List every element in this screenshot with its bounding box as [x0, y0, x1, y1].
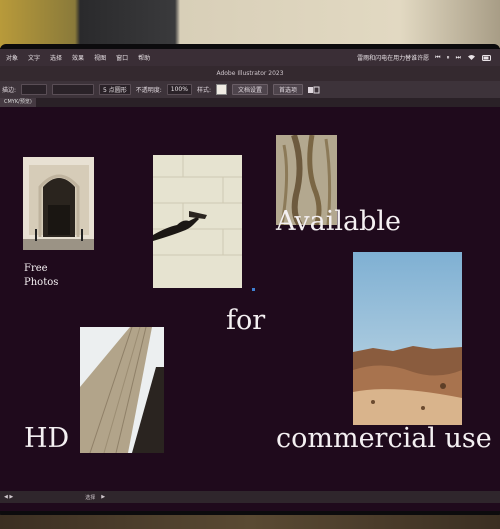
- menubar-status-area: 雷雨和闪电在用力替谁许愿 ⏮ ⏸ ⏭: [357, 53, 500, 62]
- status-arrow-icon[interactable]: ▶: [101, 494, 105, 500]
- free-photos-label[interactable]: Free Photos: [24, 262, 58, 290]
- menu-item-view[interactable]: 视图: [94, 53, 106, 62]
- artboard-navigator-icon[interactable]: ◀ ▶: [4, 494, 13, 500]
- menu-item-select[interactable]: 选择: [50, 53, 62, 62]
- stroke-weight-field[interactable]: [21, 84, 48, 95]
- building-facade-image: [23, 157, 94, 250]
- next-track-icon[interactable]: ⏭: [456, 54, 461, 62]
- style-swatch[interactable]: [215, 84, 227, 95]
- document-tab-bar: CMYK/预览): [0, 98, 500, 107]
- document-setup-button[interactable]: 文档设置: [231, 84, 268, 95]
- background-environment: [0, 0, 500, 48]
- opacity-label: 不透明度:: [135, 87, 162, 94]
- desert-landscape-image: [353, 252, 462, 425]
- photo-hand-on-wall[interactable]: [153, 155, 242, 288]
- current-tool-label: 选择: [85, 494, 96, 501]
- for-text[interactable]: for: [226, 305, 265, 336]
- pause-icon[interactable]: ⏸: [447, 54, 450, 62]
- menu-item-help[interactable]: 帮助: [138, 53, 150, 62]
- hd-text[interactable]: HD: [24, 423, 69, 454]
- photo-desert-landscape[interactable]: [353, 252, 462, 425]
- commercial-use-text[interactable]: commercial use: [276, 423, 492, 454]
- menu-item-window[interactable]: 窗口: [116, 53, 128, 62]
- stroke-label: 描边:: [2, 87, 17, 94]
- menu-item-type[interactable]: 文字: [28, 53, 40, 62]
- preferences-button[interactable]: 首选项: [273, 84, 304, 95]
- artboard-canvas[interactable]: Free Photos Available for HD commercial …: [0, 107, 500, 491]
- menu-item-effect[interactable]: 效果: [72, 53, 84, 62]
- menubar: 对象 文字 选择 效果 视图 窗口 帮助 雷雨和闪电在用力替谁许愿 ⏮ ⏸ ⏭: [0, 49, 500, 66]
- battery-icon[interactable]: [482, 54, 492, 61]
- opacity-field[interactable]: 100%: [166, 84, 192, 95]
- selection-anchor: [252, 288, 255, 291]
- wooden-beam-image: [80, 327, 164, 453]
- now-playing-title: 雷雨和闪电在用力替谁许愿: [357, 55, 430, 62]
- menu-item-object[interactable]: 对象: [6, 53, 18, 62]
- brush-definition-dropdown[interactable]: 5 点圆形: [99, 84, 131, 95]
- desk-surface: [0, 515, 500, 529]
- document-tab[interactable]: CMYK/预览): [0, 98, 36, 107]
- variable-width-profile[interactable]: [52, 84, 95, 95]
- opacity-value: 100%: [170, 86, 188, 93]
- available-text[interactable]: Available: [276, 206, 401, 237]
- wifi-icon[interactable]: [467, 54, 476, 61]
- photo-building-facade[interactable]: [23, 157, 94, 250]
- monitor-screen: 对象 文字 选择 效果 视图 窗口 帮助 雷雨和闪电在用力替谁许愿 ⏮ ⏸ ⏭ …: [0, 49, 500, 511]
- style-label: 样式:: [196, 87, 211, 94]
- status-bar: ◀ ▶ 选择 ▶: [0, 491, 500, 503]
- previous-track-icon[interactable]: ⏮: [435, 54, 440, 62]
- arrange-icon[interactable]: [308, 86, 320, 94]
- control-bar: 描边: 5 点圆形 不透明度: 100% 样式: 文档设置 首选项: [0, 81, 500, 98]
- brush-value: 5 点圆形: [103, 87, 127, 94]
- app-titlebar: Adobe Illustrator 2023: [0, 66, 500, 81]
- hand-wall-image: [153, 155, 242, 288]
- photo-wooden-beam[interactable]: [80, 327, 164, 453]
